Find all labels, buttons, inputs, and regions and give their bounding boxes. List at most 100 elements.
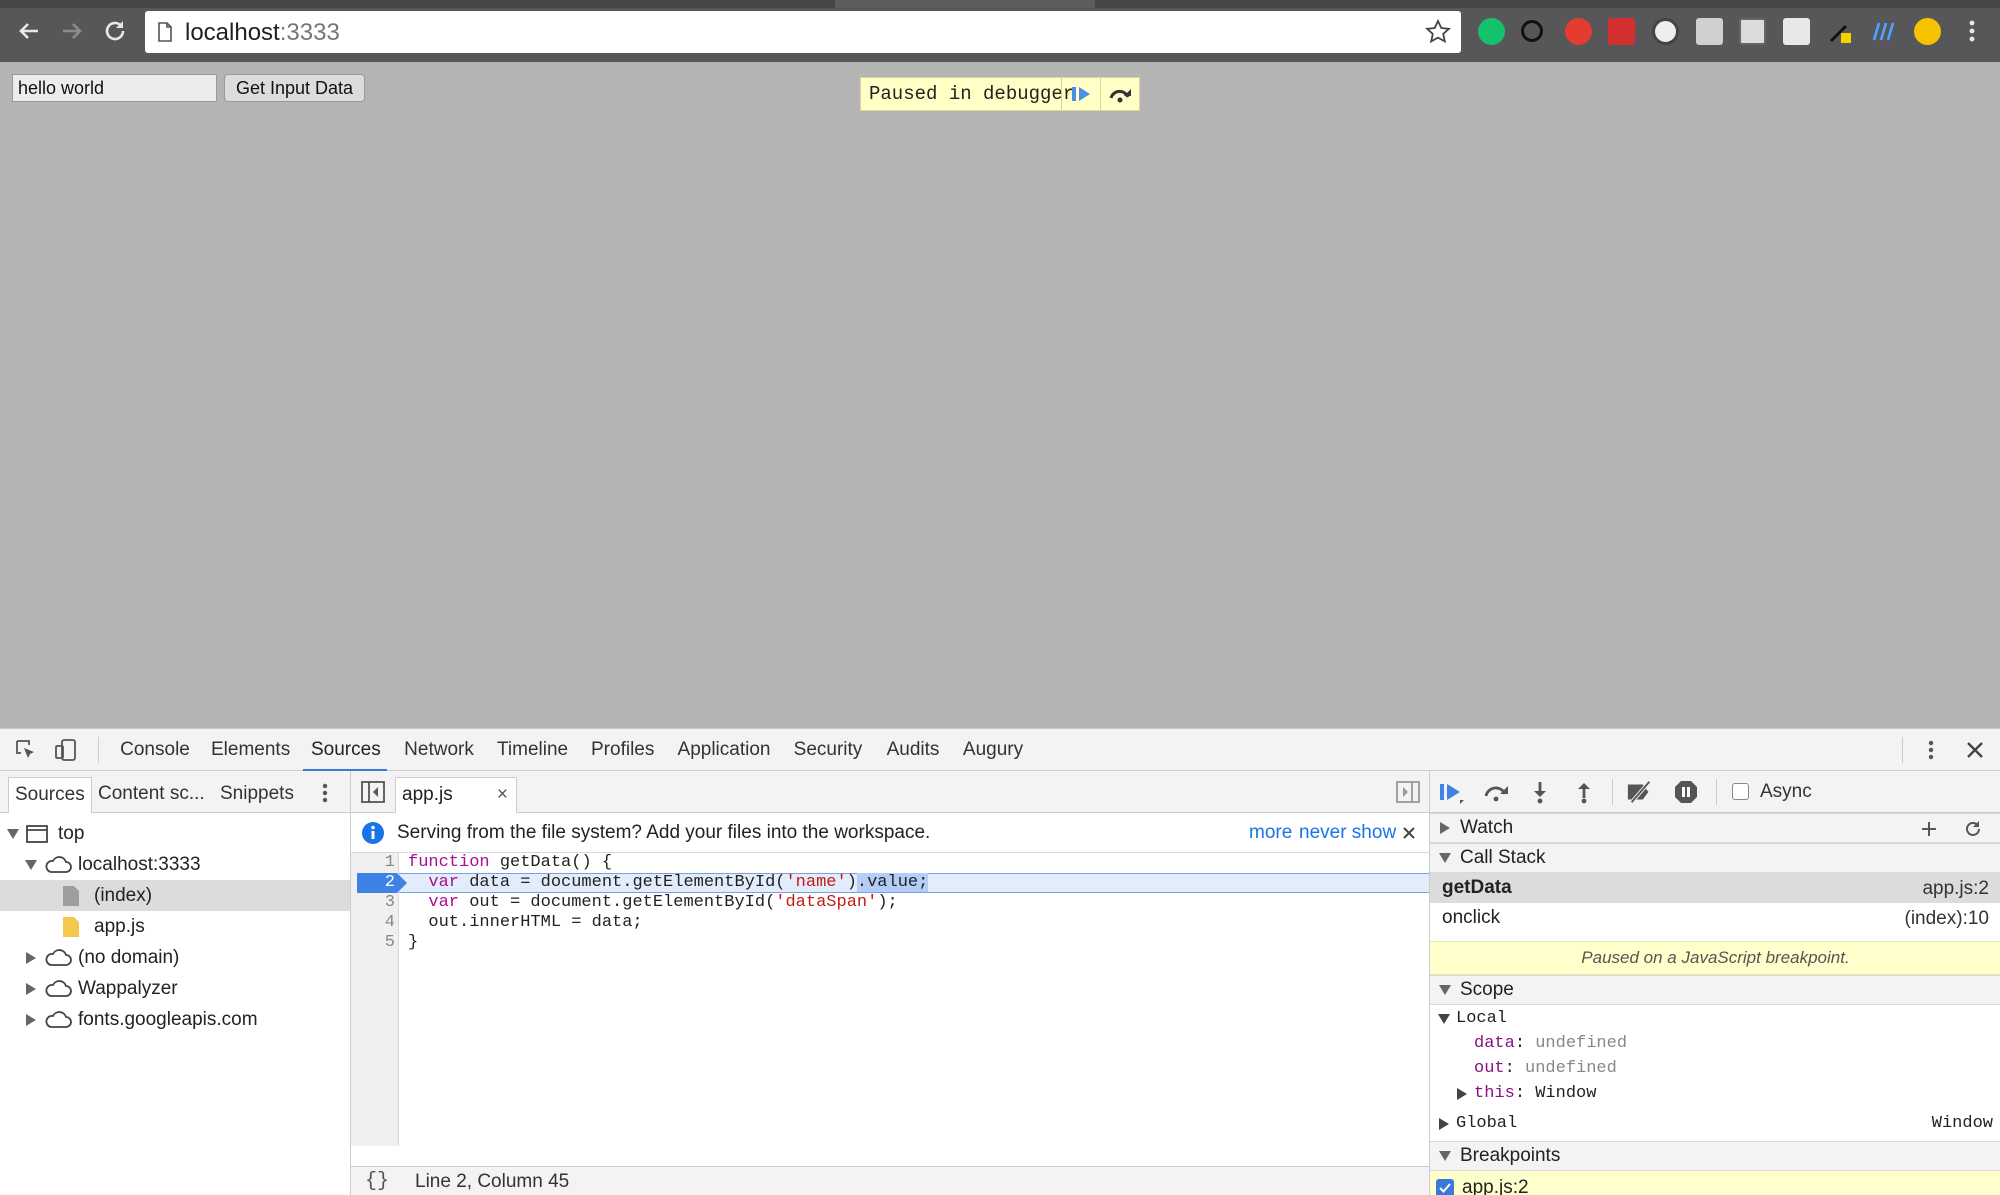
grammarly-extension-icon[interactable] bbox=[1478, 18, 1505, 45]
collapsed-triangle-icon[interactable] bbox=[1438, 1117, 1450, 1130]
tree-item-top[interactable]: top bbox=[0, 818, 350, 849]
line-number-active[interactable]: 2 bbox=[351, 873, 395, 893]
tab-sources[interactable]: Sources bbox=[303, 729, 387, 772]
moon-extension-icon[interactable] bbox=[1914, 18, 1941, 45]
add-watch-icon[interactable] bbox=[1920, 820, 1938, 838]
collapsed-triangle-icon[interactable] bbox=[24, 982, 38, 996]
device-toolbar-icon[interactable] bbox=[54, 738, 78, 762]
navigator-tab-content-scripts[interactable]: Content sc... bbox=[92, 777, 211, 813]
infobar-more-link[interactable]: more bbox=[1249, 822, 1292, 844]
address-bar[interactable]: localhost:3333 bbox=[145, 11, 1461, 53]
deactivate-breakpoints-button[interactable] bbox=[1626, 779, 1654, 805]
line-number[interactable]: 3 bbox=[351, 893, 395, 913]
expanded-triangle-icon[interactable] bbox=[6, 827, 20, 841]
tree-item-index[interactable]: (index) bbox=[0, 880, 350, 911]
breakpoint-checkbox[interactable] bbox=[1436, 1179, 1454, 1195]
eyedropper-extension-icon[interactable] bbox=[1827, 18, 1854, 45]
expanded-triangle-icon[interactable] bbox=[1438, 851, 1452, 865]
collapsed-triangle-icon[interactable] bbox=[1438, 821, 1452, 835]
call-frame-location[interactable]: (index):10 bbox=[1905, 908, 1990, 930]
scope-var-this[interactable]: this: Window bbox=[1456, 1081, 1596, 1106]
tab-profiles[interactable]: Profiles bbox=[591, 729, 654, 771]
expanded-triangle-icon[interactable] bbox=[1438, 1013, 1450, 1025]
get-input-data-button[interactable]: Get Input Data bbox=[224, 74, 365, 102]
breakpoints-section-header[interactable]: Breakpoints bbox=[1430, 1141, 2000, 1171]
tab-timeline[interactable]: Timeline bbox=[497, 729, 568, 771]
wappalyzer-extension-icon[interactable] bbox=[1870, 18, 1897, 45]
devtools-menu-icon[interactable] bbox=[1924, 738, 1938, 762]
watch-section-header[interactable]: Watch bbox=[1430, 813, 2000, 843]
code-line-3[interactable]: var out = document.getElementById('dataS… bbox=[408, 893, 897, 913]
code-line-5[interactable]: } bbox=[408, 933, 418, 953]
scope-var-out[interactable]: out: undefined bbox=[1474, 1056, 1617, 1081]
pretty-print-button[interactable]: {} bbox=[365, 1170, 389, 1193]
navigator-tab-snippets[interactable]: Snippets bbox=[214, 777, 300, 813]
tree-item-fonts-googleapis[interactable]: fonts.googleapis.com bbox=[0, 1004, 350, 1035]
scope-local-header[interactable]: Local bbox=[1438, 1006, 1507, 1031]
call-frame-getdata[interactable]: getData app.js:2 bbox=[1430, 873, 2000, 903]
line-number[interactable]: 5 bbox=[351, 933, 395, 953]
tree-item-wappalyzer[interactable]: Wappalyzer bbox=[0, 973, 350, 1004]
collapsed-triangle-icon[interactable] bbox=[24, 951, 38, 965]
close-infobar-icon[interactable] bbox=[1401, 825, 1417, 841]
overlay-resume-button[interactable] bbox=[1061, 77, 1100, 111]
resume-button[interactable] bbox=[1438, 779, 1466, 805]
extension-square-icon[interactable] bbox=[1696, 18, 1723, 45]
forward-button[interactable] bbox=[55, 14, 89, 48]
collapsed-triangle-icon[interactable] bbox=[24, 1013, 38, 1027]
pause-on-exceptions-button[interactable] bbox=[1672, 779, 1700, 805]
scope-section-header[interactable]: Scope bbox=[1430, 975, 2000, 1005]
tree-item-no-domain[interactable]: (no domain) bbox=[0, 942, 350, 973]
back-button[interactable] bbox=[12, 14, 46, 48]
name-input[interactable] bbox=[12, 74, 217, 102]
lastpass-extension-icon[interactable] bbox=[1608, 18, 1635, 45]
expanded-triangle-icon[interactable] bbox=[1438, 983, 1452, 997]
infobar-never-show-link[interactable]: never show bbox=[1299, 822, 1396, 844]
extension-gear-icon[interactable] bbox=[1783, 18, 1810, 45]
extension-circle-icon[interactable] bbox=[1652, 18, 1679, 45]
tree-item-app-js[interactable]: app.js bbox=[0, 911, 350, 942]
code-line-4[interactable]: out.innerHTML = data; bbox=[408, 913, 642, 933]
tab-audits[interactable]: Audits bbox=[885, 729, 941, 771]
reader-extension-icon[interactable] bbox=[1739, 18, 1766, 45]
close-tab-icon[interactable]: × bbox=[497, 778, 508, 812]
active-tab-hint[interactable] bbox=[835, 0, 1095, 8]
code-line-2[interactable]: var data = document.getElementById('name… bbox=[408, 873, 929, 893]
code-area[interactable]: 1 2 3 4 5 function getData() { var data … bbox=[351, 853, 1429, 1146]
overlay-step-over-button[interactable] bbox=[1100, 77, 1139, 111]
code-line-1[interactable]: function getData() { bbox=[408, 853, 612, 873]
line-number[interactable]: 1 bbox=[351, 853, 395, 873]
breakpoint-item[interactable]: app.js:2 bbox=[1430, 1171, 2000, 1195]
step-out-button[interactable] bbox=[1570, 779, 1598, 805]
toggle-debugger-sidebar-icon[interactable] bbox=[1396, 781, 1420, 803]
tab-elements[interactable]: Elements bbox=[211, 729, 290, 771]
tab-console[interactable]: Console bbox=[120, 729, 190, 771]
edge-extension-icon[interactable] bbox=[1521, 20, 1543, 42]
scope-var-data[interactable]: data: undefined bbox=[1474, 1031, 1627, 1056]
async-checkbox[interactable] bbox=[1732, 783, 1749, 800]
scope-global-header[interactable]: Global Window bbox=[1438, 1111, 1993, 1136]
call-frame-location[interactable]: app.js:2 bbox=[1922, 878, 1989, 900]
collapsed-triangle-icon[interactable] bbox=[1456, 1087, 1468, 1100]
url-text[interactable]: localhost:3333 bbox=[185, 19, 340, 47]
expanded-triangle-icon[interactable] bbox=[1438, 1149, 1452, 1163]
adblock-extension-icon[interactable] bbox=[1565, 18, 1592, 45]
reload-button[interactable] bbox=[98, 14, 132, 48]
step-into-button[interactable] bbox=[1526, 779, 1554, 805]
step-over-button[interactable] bbox=[1482, 779, 1510, 805]
toggle-navigator-icon[interactable] bbox=[361, 781, 385, 803]
file-tab-app-js[interactable]: app.js × bbox=[395, 777, 517, 813]
bookmark-star-icon[interactable] bbox=[1425, 19, 1451, 45]
call-frame-onclick[interactable]: onclick (index):10 bbox=[1430, 903, 2000, 933]
refresh-watch-icon[interactable] bbox=[1964, 820, 1982, 838]
tab-augury[interactable]: Augury bbox=[962, 729, 1024, 771]
line-number[interactable]: 4 bbox=[351, 913, 395, 933]
navigator-menu-icon[interactable] bbox=[318, 782, 332, 804]
call-stack-section-header[interactable]: Call Stack bbox=[1430, 843, 2000, 873]
chrome-menu-button[interactable] bbox=[1955, 14, 1989, 48]
tab-application[interactable]: Application bbox=[677, 729, 771, 771]
navigator-tab-sources[interactable]: Sources bbox=[8, 777, 92, 813]
expanded-triangle-icon[interactable] bbox=[24, 858, 38, 872]
inspect-element-icon[interactable] bbox=[14, 738, 38, 762]
tab-security[interactable]: Security bbox=[793, 729, 863, 771]
